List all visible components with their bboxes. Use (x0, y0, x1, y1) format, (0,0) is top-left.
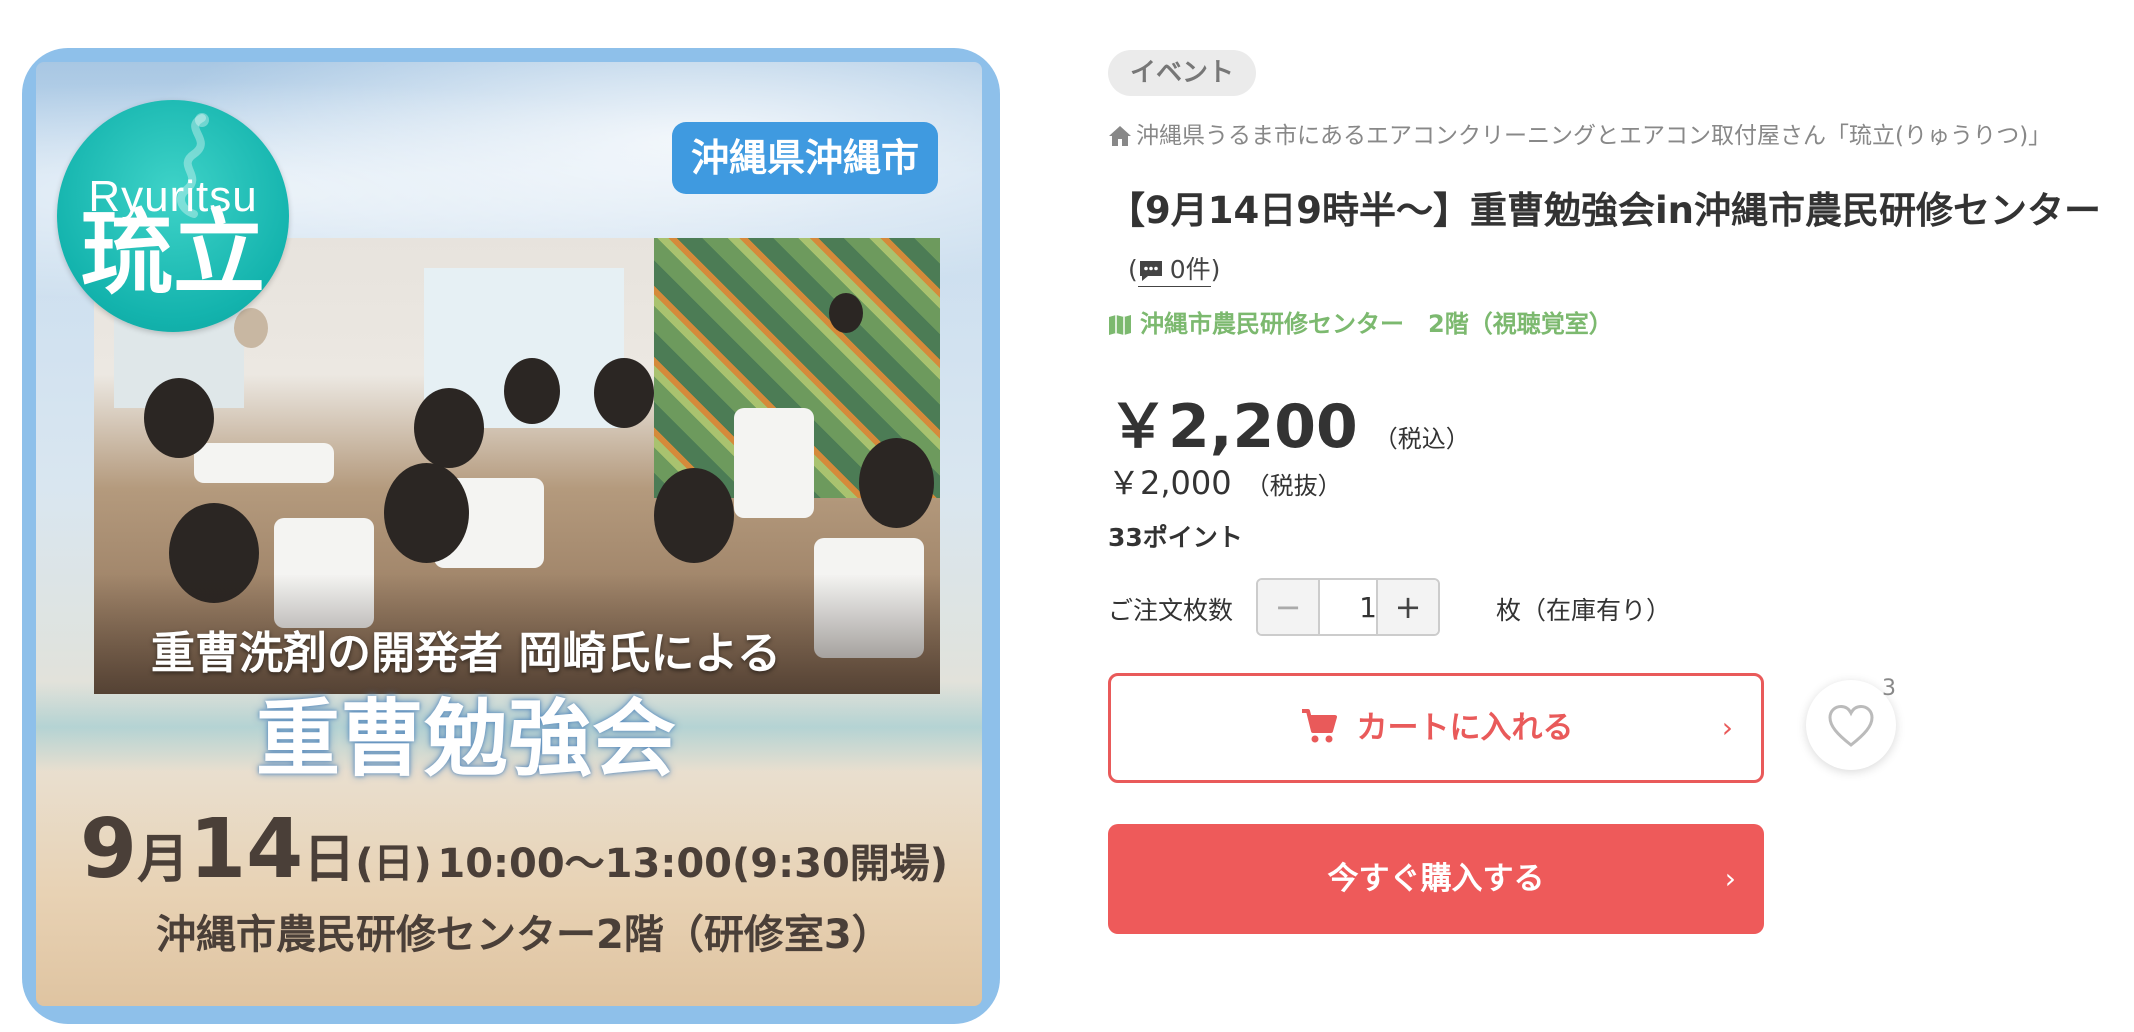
city-badge: 沖縄県沖縄市 (672, 122, 938, 194)
date-day-unit: 日 (303, 830, 356, 890)
date-month-unit: 月 (137, 830, 190, 890)
date-time: 10:00〜13:00(9:30開場) (437, 841, 949, 887)
product-title: 【9月14日9時半〜】重曹勉強会in沖縄市農民研修センター (1108, 189, 2102, 232)
home-icon (1109, 126, 1131, 146)
cart-icon (1301, 709, 1337, 743)
date-day: 14 (189, 802, 304, 897)
venue-name: 沖縄市農民研修センター 2階（視聴覚室） (1140, 310, 1613, 338)
quantity-minus-button[interactable]: − (1258, 580, 1320, 634)
points-text: 33ポイント (1108, 523, 1243, 552)
price-excl-value: ￥2,000 (1108, 464, 1232, 502)
date-month: 9 (80, 802, 138, 897)
poster-date: 9月14日(日) 10:00〜13:00(9:30開場) (80, 802, 948, 897)
buy-now-button[interactable]: 今すぐ購入する › (1108, 824, 1764, 934)
comment-icon (1139, 261, 1162, 281)
event-poster: Ryuritsu 琉立 沖縄県沖縄市 重曹洗剤の開発者 岡崎氏による 重曹勉強会… (36, 62, 982, 1006)
quantity-label: ご注文枚数 (1108, 596, 1234, 625)
buy-now-label: 今すぐ購入する (1327, 861, 1545, 897)
add-to-cart-button[interactable]: カートに入れる › (1108, 673, 1764, 783)
favorite-count: 3 (1882, 676, 1896, 701)
add-to-cart-label: カートに入れる (1356, 710, 1574, 746)
shop-name: 沖縄県うるま市にあるエアコンクリーニングとエアコン取付屋さん「琉立(りゅうりつ)… (1136, 123, 2052, 149)
category-badge[interactable]: イベント (1108, 50, 1257, 96)
review-count-value: 0件 (1169, 255, 1211, 284)
review-count[interactable]: ( 0件) (1128, 250, 1220, 287)
shop-link[interactable]: 沖縄県うるま市にあるエアコンクリーニングとエアコン取付屋さん「琉立(りゅうりつ)… (1108, 116, 2051, 150)
price-excl-label: （税抜） (1245, 472, 1342, 500)
stock-text: 枚（在庫有り） (1496, 596, 1672, 625)
price-incl-value: ￥2,200 (1108, 392, 1358, 462)
quantity-plus-button[interactable]: + (1376, 580, 1438, 634)
poster-venue: 沖縄市農民研修センター2階（研修室3） (156, 912, 892, 958)
date-weekday: (日) (355, 841, 432, 887)
quantity-stepper: − + (1256, 578, 1440, 636)
price-incl-tax: ￥2,200 （税込） (1108, 378, 1470, 465)
heart-icon (1828, 704, 1874, 747)
chevron-right-icon: › (1721, 711, 1733, 744)
poster-title: 重曹勉強会 (255, 690, 676, 788)
review-link[interactable]: 0件 (1137, 255, 1211, 287)
logo-text-jp: 琉立 (80, 200, 265, 307)
price-excl-tax: ￥2,000 （税抜） (1108, 458, 1342, 504)
price-incl-label: （税込） (1373, 425, 1470, 453)
venue-link[interactable]: 沖縄市農民研修センター 2階（視聴覚室） (1108, 304, 1613, 339)
product-image[interactable]: Ryuritsu 琉立 沖縄県沖縄市 重曹洗剤の開発者 岡崎氏による 重曹勉強会… (22, 48, 1000, 1024)
ryuritsu-logo: Ryuritsu 琉立 (57, 100, 289, 332)
chevron-right-icon: › (1724, 862, 1736, 895)
map-icon (1109, 315, 1131, 335)
